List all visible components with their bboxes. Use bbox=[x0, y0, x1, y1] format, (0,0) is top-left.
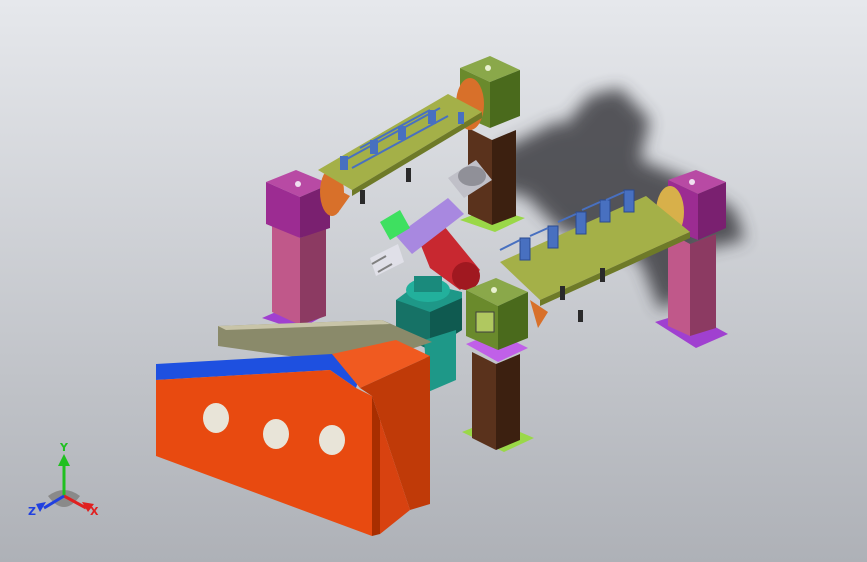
robot-wrist bbox=[458, 166, 486, 186]
right-head-bolt-icon bbox=[689, 179, 695, 185]
right-column bbox=[668, 232, 690, 336]
back-head-bolt-icon bbox=[485, 65, 491, 71]
left-column bbox=[272, 225, 300, 325]
triad-x-label: X bbox=[90, 505, 99, 518]
robot-elbow-joint bbox=[452, 262, 480, 290]
triad-z-label: Z bbox=[28, 505, 36, 518]
cad-viewport[interactable]: Y X Z bbox=[0, 0, 867, 562]
front-column-body bbox=[472, 352, 496, 450]
frame-hole-2 bbox=[263, 419, 289, 449]
frame-hole-1 bbox=[203, 403, 229, 433]
frame-hole-3 bbox=[319, 425, 345, 455]
assembly-3d-view[interactable]: Y X Z bbox=[0, 0, 867, 562]
triad-y-label: Y bbox=[59, 441, 69, 454]
left-head-bolt-icon bbox=[295, 181, 301, 187]
front-head-bolt-icon bbox=[491, 287, 497, 293]
